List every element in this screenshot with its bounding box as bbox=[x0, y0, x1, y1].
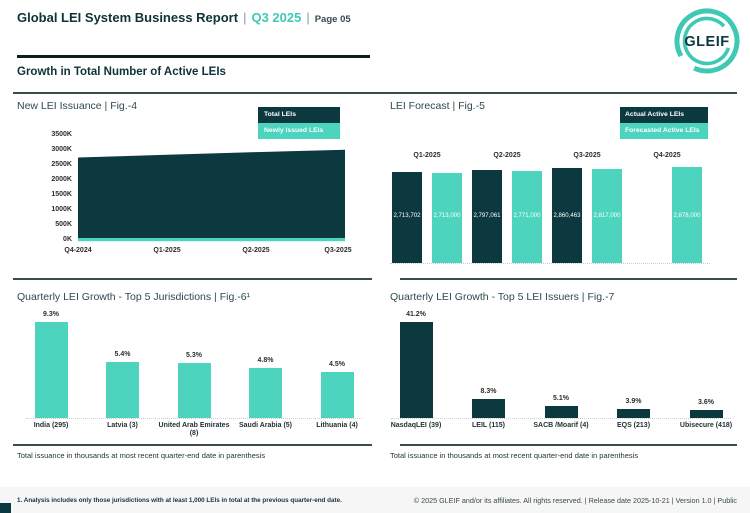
fig5-bar-value: 2,878,000 bbox=[670, 212, 704, 219]
fig7-bar-value: 8.3% bbox=[464, 388, 514, 395]
fig6-bar bbox=[106, 362, 139, 418]
fig5-baseline bbox=[390, 263, 710, 264]
fig5-quarter-label: Q2-2025 bbox=[472, 152, 542, 159]
fig6-baseline bbox=[26, 418, 362, 419]
legend-newly-issued-leis: Newly Issued LEIs bbox=[258, 123, 340, 139]
fig4-xlabel: Q1-2025 bbox=[137, 247, 197, 254]
fig6-category-label: Lithuania (4) bbox=[297, 422, 377, 430]
fig6-bar bbox=[35, 322, 68, 418]
fig4-ytick: 3000K bbox=[38, 146, 72, 153]
fig5-quarter-label: Q4-2025 bbox=[632, 152, 702, 159]
footer-copyright: © 2025 GLEIF and/or its affiliates. All … bbox=[337, 496, 737, 505]
fig7-baseline bbox=[391, 418, 731, 419]
fig7-category-label: EQS (213) bbox=[589, 422, 679, 430]
fig7-category-label: LEIL (115) bbox=[444, 422, 534, 430]
fig5-bar bbox=[392, 172, 422, 263]
note-divider-right bbox=[400, 444, 737, 446]
legend-forecasted-active-leis: Forecasted Active LEIs bbox=[620, 123, 708, 139]
fig5-bar bbox=[472, 170, 502, 263]
fig7-bar-value: 5.1% bbox=[536, 395, 586, 402]
fig7-bar bbox=[472, 399, 505, 418]
fig7-bar bbox=[400, 322, 433, 418]
fig5-bar-value: 2,797,061 bbox=[470, 212, 504, 219]
fig4-ytick: 500K bbox=[38, 221, 72, 228]
fig7-category-label: Ubisecure (418) bbox=[661, 422, 750, 430]
fig5-bar bbox=[512, 171, 542, 263]
fig7-bar-value: 41.2% bbox=[391, 311, 441, 318]
legend-total-leis: Total LEIs bbox=[258, 107, 340, 123]
footnote: 1. Analysis includes only those jurisdic… bbox=[17, 497, 342, 504]
fig4-ytick: 1000K bbox=[38, 206, 72, 213]
corner-mark bbox=[0, 503, 11, 513]
fig6-category-label: India (295) bbox=[11, 422, 91, 430]
note-divider-left bbox=[13, 444, 372, 446]
fig5-quarter-label: Q1-2025 bbox=[392, 152, 462, 159]
fig4-ytick: 1500K bbox=[38, 191, 72, 198]
fig6-category-label: United Arab Emirates (8) bbox=[154, 422, 234, 439]
row-divider-left bbox=[13, 278, 372, 280]
fig6-bar bbox=[249, 368, 282, 418]
fig5-bar-value: 2,860,463 bbox=[550, 212, 584, 219]
fig4-ytick: 2000K bbox=[38, 176, 72, 183]
fig4-title: New LEI Issuance | Fig.-4 bbox=[17, 100, 137, 112]
header-divider bbox=[17, 55, 370, 58]
fig6-bar-value: 4.8% bbox=[241, 357, 291, 364]
header-separator: | bbox=[238, 10, 251, 25]
fig4-area bbox=[78, 133, 347, 244]
svg-text:GLEIF: GLEIF bbox=[684, 34, 729, 50]
fig7-bar bbox=[690, 410, 723, 418]
fig7-note: Total issuance in thousands at most rece… bbox=[390, 451, 638, 460]
fig7-title: Quarterly LEI Growth - Top 5 LEI Issuers… bbox=[390, 291, 614, 303]
page-number: Page 05 bbox=[315, 14, 351, 25]
fig6-bar bbox=[321, 372, 354, 418]
fig4-ytick: 0K bbox=[38, 236, 72, 243]
fig5-title: LEI Forecast | Fig.-5 bbox=[390, 100, 485, 112]
fig5-bar bbox=[432, 173, 462, 263]
fig6-title: Quarterly LEI Growth - Top 5 Jurisdictio… bbox=[17, 291, 250, 303]
header-separator: | bbox=[301, 10, 314, 25]
fig4-legend: Total LEIs Newly Issued LEIs bbox=[258, 107, 340, 139]
fig7-category-label: SACB /Moarif (4) bbox=[516, 422, 606, 430]
fig5-bar-value: 2,713,702 bbox=[390, 212, 424, 219]
fig4-xlabel: Q2-2025 bbox=[226, 247, 286, 254]
fig6-category-label: Latvia (3) bbox=[83, 422, 163, 430]
fig6-bar-value: 4.5% bbox=[312, 361, 362, 368]
fig4-ytick: 3500K bbox=[38, 131, 72, 138]
report-period: Q3 2025 bbox=[251, 10, 301, 25]
fig5-bar-value: 2,817,000 bbox=[590, 212, 624, 219]
fig5-quarter-label: Q3-2025 bbox=[552, 152, 622, 159]
fig7-category-label: NasdaqLEI (39) bbox=[371, 422, 461, 430]
fig6-bar-value: 5.3% bbox=[169, 352, 219, 359]
fig5-bar-value: 2,713,000 bbox=[430, 212, 464, 219]
fig6-note: Total issuance in thousands at most rece… bbox=[17, 451, 265, 460]
row-divider-right bbox=[400, 278, 737, 280]
fig5-bar bbox=[672, 167, 702, 263]
report-title: Global LEI System Business Report bbox=[17, 10, 238, 25]
fig6-bar-value: 9.3% bbox=[26, 311, 76, 318]
fig4-xlabel: Q3-2025 bbox=[308, 247, 368, 254]
fig4-ytick: 2500K bbox=[38, 161, 72, 168]
fig5-bar bbox=[552, 168, 582, 263]
section-title: Growth in Total Number of Active LEIs bbox=[17, 66, 226, 78]
fig7-bar bbox=[617, 409, 650, 418]
gleif-logo-icon: GLEIF bbox=[670, 8, 744, 74]
fig6-category-label: Saudi Arabia (5) bbox=[226, 422, 306, 430]
fig6-bar-value: 5.4% bbox=[98, 351, 148, 358]
legend-actual-active-leis: Actual Active LEIs bbox=[620, 107, 708, 123]
section-divider bbox=[13, 92, 737, 94]
fig7-bar bbox=[545, 406, 578, 418]
report-header: Global LEI System Business Report|Q3 202… bbox=[17, 10, 351, 25]
fig7-bar-value: 3.9% bbox=[609, 398, 659, 405]
fig5-bar-value: 2,771,000 bbox=[510, 212, 544, 219]
fig7-bar-value: 3.6% bbox=[681, 399, 731, 406]
fig5-bar bbox=[592, 169, 622, 263]
gleif-logo: GLEIF bbox=[670, 8, 744, 74]
fig5-legend: Actual Active LEIs Forecasted Active LEI… bbox=[620, 107, 708, 139]
fig6-bar bbox=[178, 363, 211, 418]
report-page: Global LEI System Business Report|Q3 202… bbox=[0, 0, 750, 513]
fig4-xlabel: Q4-2024 bbox=[48, 247, 108, 254]
